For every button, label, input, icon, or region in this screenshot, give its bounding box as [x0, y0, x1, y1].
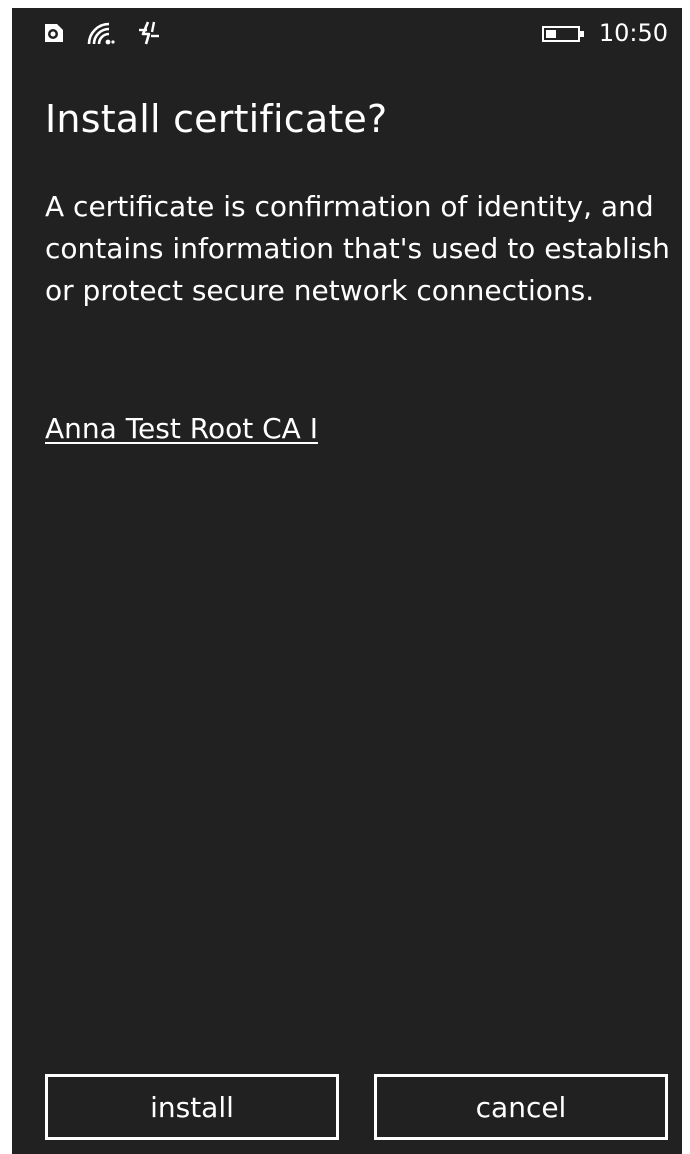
sim-icon [42, 20, 66, 46]
wifi-icon [86, 20, 116, 46]
phone-screen: 10:50 Install certificate? A certificate… [12, 8, 682, 1154]
certificate-description: A certificate is confirmation of identit… [45, 190, 670, 307]
page-title: Install certificate? [45, 97, 388, 141]
install-button[interactable]: install [45, 1074, 339, 1140]
data-sync-icon [136, 20, 162, 46]
certificate-name-link[interactable]: Anna Test Root CA I [45, 408, 318, 450]
status-time: 10:50 [598, 19, 668, 47]
cancel-button[interactable]: cancel [374, 1074, 668, 1140]
status-bar: 10:50 [12, 8, 682, 58]
battery-icon [542, 26, 584, 42]
